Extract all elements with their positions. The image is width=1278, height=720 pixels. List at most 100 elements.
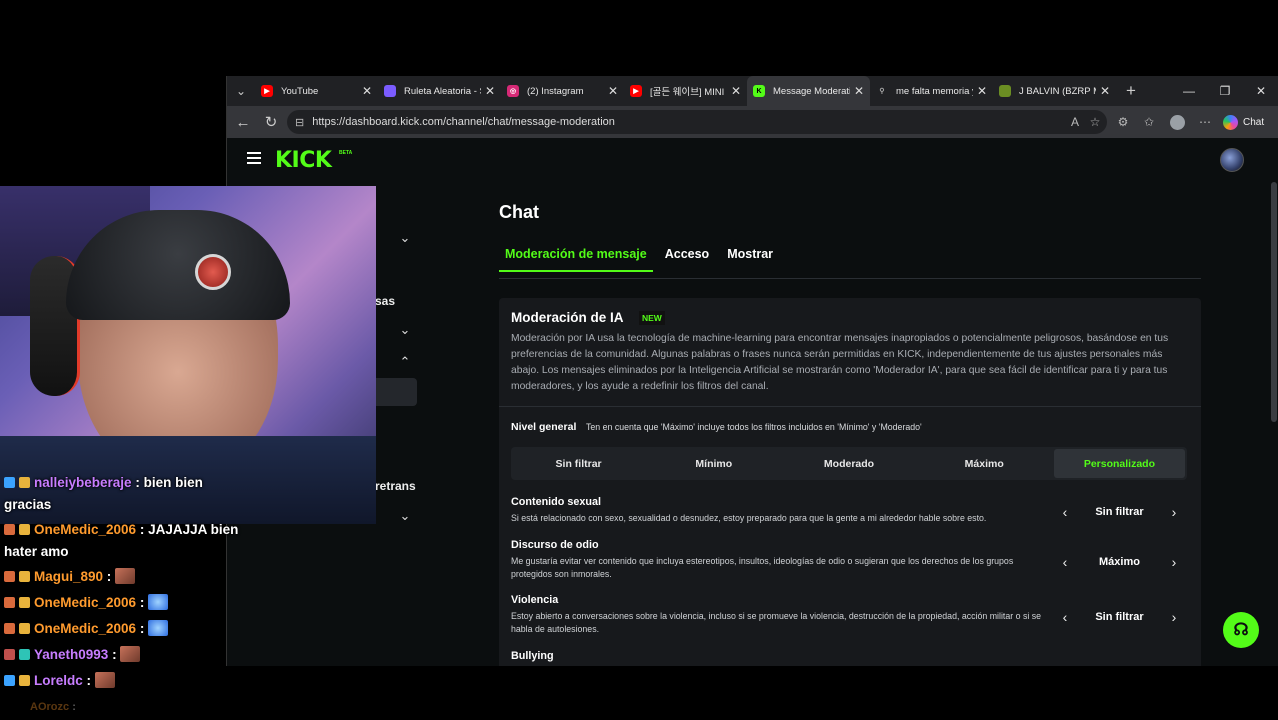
- star-icon: [4, 571, 15, 582]
- minimize-icon[interactable]: —: [1171, 76, 1207, 106]
- chat-username: OneMedic_2006: [34, 522, 137, 537]
- sidebar-chevron-down-icon[interactable]: ⌄: [397, 322, 413, 338]
- tab-acceso[interactable]: Acceso: [665, 242, 715, 272]
- chat-message: OneMedic_2006 :: [4, 592, 169, 614]
- level-sin-filtrar[interactable]: Sin filtrar: [513, 449, 644, 478]
- tab-mostrar[interactable]: Mostrar: [727, 242, 779, 272]
- chat-text: :: [72, 701, 76, 713]
- tab-search[interactable]: ⚲ me falta memoria y ✕: [870, 76, 993, 106]
- close-icon[interactable]: ✕: [731, 84, 741, 98]
- tab-list-dropdown[interactable]: ⌄: [227, 76, 255, 106]
- chevron-left-icon[interactable]: ‹: [1052, 609, 1078, 625]
- reload-icon[interactable]: ↻: [257, 108, 285, 136]
- close-icon[interactable]: ✕: [485, 84, 495, 98]
- chat-message: Yaneth0993 :: [4, 644, 141, 666]
- sidebar-item-partial[interactable]: retrans: [375, 479, 416, 493]
- ai-moderation-panel: Moderación de IA NEW Moderación por IA u…: [499, 298, 1201, 666]
- chevron-left-icon[interactable]: ‹: [1052, 504, 1078, 520]
- page-title: Chat: [499, 202, 539, 222]
- chevron-right-icon[interactable]: ›: [1161, 554, 1187, 570]
- kick-logo[interactable]: KICK: [275, 148, 332, 173]
- tab-youtube-mini[interactable]: ▶ [골든 웨이브] MINI ✕: [624, 76, 747, 106]
- close-icon[interactable]: ✕: [977, 84, 987, 98]
- url-field[interactable]: ⊟ https://dashboard.kick.com/channel/cha…: [287, 110, 1107, 134]
- youtube-icon: ▶: [630, 85, 642, 97]
- heart-icon: [4, 649, 15, 660]
- level-minimo[interactable]: Mínimo: [648, 449, 779, 478]
- chat-message: nalleiybeberaje : bien bien: [4, 472, 203, 494]
- chat-username: OneMedic_2006: [34, 621, 137, 636]
- hamburger-menu-icon[interactable]: [247, 152, 261, 164]
- ai-moderation-description: Moderación por IA usa la tecnología de m…: [511, 333, 1169, 392]
- sidebar-item-partial[interactable]: sas: [375, 294, 395, 308]
- category-stepper: ‹ Máximo ›: [1052, 550, 1187, 574]
- chevron-left-icon[interactable]: ‹: [1052, 554, 1078, 570]
- sidebar-chevron-down-icon[interactable]: ⌄: [397, 508, 413, 524]
- window-close-icon[interactable]: ✕: [1243, 76, 1278, 106]
- chat-username: AOrozc: [30, 701, 70, 713]
- chat-message-cont: hater amo: [4, 544, 69, 559]
- more-menu-icon[interactable]: ⋯: [1195, 112, 1215, 132]
- butterfly-emote: [148, 594, 169, 610]
- nivel-general-note: Ten en cuenta que 'Máximo' incluye todos…: [586, 422, 922, 432]
- roulette-icon: [384, 85, 396, 97]
- back-icon[interactable]: ←: [229, 108, 257, 136]
- address-bar-row: ← ↻ ⊟ https://dashboard.kick.com/channel…: [227, 106, 1278, 138]
- tab-jbalvin[interactable]: J BALVIN (BZRP M. ✕: [993, 76, 1116, 106]
- tab-message-moderation[interactable]: K Message Moderati ✕: [747, 76, 870, 106]
- kick-icon: K: [753, 85, 765, 97]
- tab-title: [골든 웨이브] MINI: [650, 87, 725, 98]
- level-personalizado[interactable]: Personalizado: [1053, 449, 1186, 478]
- level-moderado[interactable]: Moderado: [783, 449, 914, 478]
- close-icon[interactable]: ✕: [362, 84, 372, 98]
- page-icon: [999, 85, 1011, 97]
- nivel-general-label: Nivel general: [511, 421, 577, 433]
- category-value: Sin filtrar: [1095, 506, 1144, 518]
- face-emote: [120, 646, 141, 662]
- chat-message: Magui_890 :: [4, 566, 136, 588]
- restore-icon[interactable]: ❐: [1207, 76, 1243, 106]
- tab-moderacion-de-mensaje[interactable]: Moderación de mensaje: [499, 242, 653, 272]
- chevron-right-icon[interactable]: ›: [1161, 609, 1187, 625]
- user-avatar[interactable]: [1220, 148, 1244, 172]
- ai-moderation-title: Moderación de IA: [511, 310, 624, 325]
- category-stepper: ‹ Sin filtrar ›: [1052, 500, 1187, 524]
- crown-icon: [19, 623, 30, 634]
- favorite-star-icon[interactable]: ☆: [1085, 112, 1105, 132]
- support-chat-button[interactable]: ☊: [1223, 612, 1259, 648]
- category-stepper: ‹ Sin filtrar ›: [1052, 605, 1187, 629]
- close-icon[interactable]: ✕: [1100, 84, 1110, 98]
- chevron-right-icon[interactable]: ›: [1161, 504, 1187, 520]
- chat-text: :: [139, 595, 145, 610]
- close-icon[interactable]: ✕: [608, 84, 618, 98]
- copilot-chat-button[interactable]: Chat: [1223, 111, 1275, 133]
- tab-instagram[interactable]: ◎ (2) Instagram ✕: [501, 76, 624, 106]
- badge-icon: [19, 649, 30, 660]
- level-maximo[interactable]: Máximo: [919, 449, 1050, 478]
- chat-message: OneMedic_2006 :: [4, 618, 169, 640]
- tab-title: Ruleta Aleatoria - S: [404, 85, 481, 97]
- profile-avatar[interactable]: [1167, 112, 1187, 132]
- tabs-divider: [499, 278, 1201, 279]
- new-tab-button[interactable]: +: [1116, 81, 1146, 101]
- read-aloud-icon[interactable]: A: [1065, 112, 1085, 132]
- sidebar-chevron-up-icon[interactable]: ⌃: [397, 354, 413, 370]
- crown-icon: [19, 675, 30, 686]
- site-info-icon[interactable]: ⊟: [295, 116, 304, 129]
- star-icon: [4, 623, 15, 634]
- close-icon[interactable]: ✕: [854, 84, 864, 98]
- star-icon: [4, 524, 15, 535]
- tab-bar: ⌄ ▶ YouTube ✕ Ruleta Aleatoria - S ✕ ◎ (…: [227, 76, 1278, 106]
- chat-text: : bien bien: [135, 475, 203, 490]
- tab-youtube[interactable]: ▶ YouTube ✕: [255, 76, 378, 106]
- extensions-icon[interactable]: ⚙: [1113, 112, 1133, 132]
- cap-logo: [195, 254, 231, 290]
- tab-ruleta[interactable]: Ruleta Aleatoria - S ✕: [378, 76, 501, 106]
- copilot-icon: [1223, 114, 1238, 130]
- search-icon: ⚲: [879, 88, 885, 95]
- scrollbar[interactable]: [1271, 182, 1277, 422]
- sidebar-chevron-down-icon[interactable]: ⌄: [397, 230, 413, 246]
- browser-window: ⌄ ▶ YouTube ✕ Ruleta Aleatoria - S ✕ ◎ (…: [226, 76, 1278, 666]
- new-badge: NEW: [639, 311, 665, 325]
- favorites-icon[interactable]: ✩: [1139, 112, 1159, 132]
